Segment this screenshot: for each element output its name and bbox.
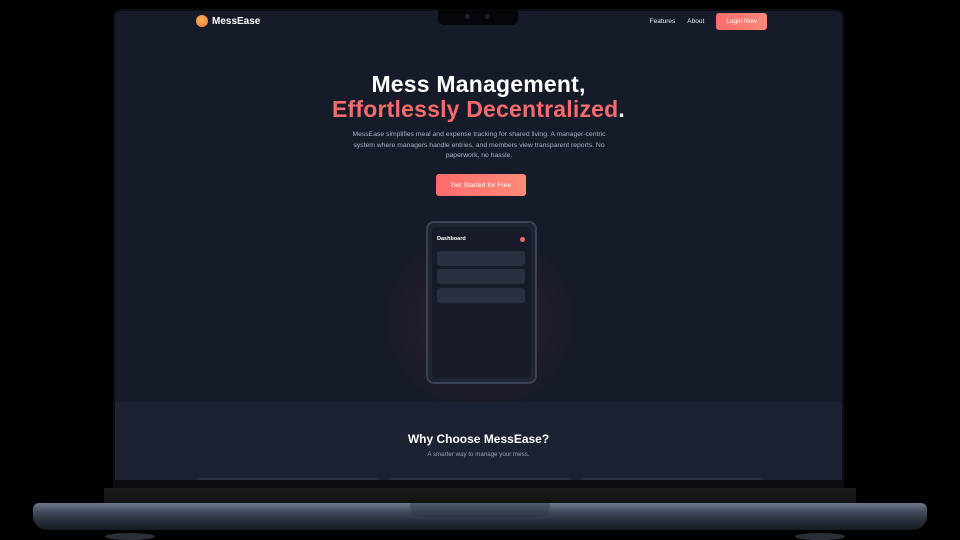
nav-link-features[interactable]: Features [650, 18, 676, 25]
login-button[interactable]: Login Now [716, 13, 767, 30]
phone-mockup: Dashboard [426, 221, 537, 384]
sensor-icon [485, 14, 490, 19]
hero-title: Mess Management, [371, 71, 586, 97]
features-subtitle: A smarter way to manage your mess. [427, 451, 530, 458]
feature-card [582, 478, 762, 480]
camera-notch [438, 9, 518, 25]
laptop-foot [795, 533, 845, 540]
features-section: Why Choose MessEase? A smarter way to ma… [115, 402, 842, 480]
hero-title-accent-text: Effortlessly Decentralized [331, 96, 619, 122]
phone-screen: Dashboard [432, 227, 531, 378]
mockup-title: Dashboard [437, 236, 466, 242]
brand-logo[interactable]: MessEase [196, 15, 260, 27]
mockup-card [437, 269, 525, 284]
hero-description: MessEase simplifies meal and expense tra… [352, 131, 606, 160]
hero-title-period: . [618, 96, 625, 122]
hero-title-accent: Effortlessly Decentralized. [115, 96, 842, 123]
notification-dot-icon [520, 237, 525, 242]
mockup-card [437, 288, 525, 303]
logo-icon [196, 15, 208, 27]
laptop-base-notch [410, 503, 550, 517]
laptop-foot [105, 533, 155, 540]
feature-card [198, 478, 378, 480]
laptop-screen: MessEase Features About Login Now Mess M… [115, 11, 842, 480]
top-nav: Features About Login Now [650, 13, 767, 30]
nav-link-about[interactable]: About [687, 18, 704, 25]
features-title: Why Choose MessEase? [407, 432, 550, 446]
laptop-hinge [104, 488, 856, 504]
camera-icon [465, 14, 470, 19]
brand-name: MessEase [212, 15, 261, 27]
feature-card [390, 478, 570, 480]
get-started-button[interactable]: Get Started for Free [436, 174, 526, 196]
mockup-card [437, 251, 525, 266]
